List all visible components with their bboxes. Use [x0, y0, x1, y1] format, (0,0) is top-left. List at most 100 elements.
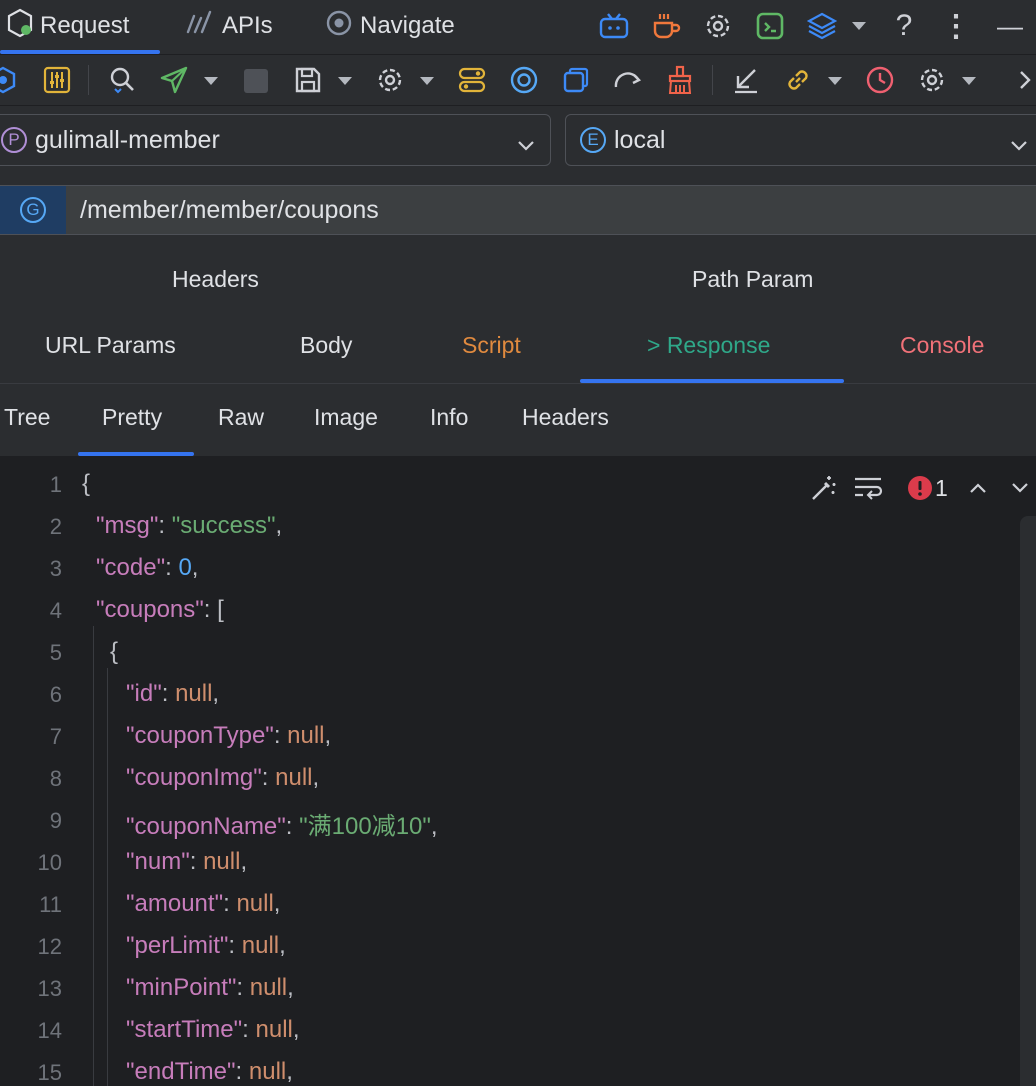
tab-request[interactable]: Request: [6, 0, 129, 52]
layers-dropdown-icon[interactable]: [852, 22, 866, 30]
json-key: "couponImg": [126, 764, 262, 791]
code-line: "endTime": null,: [126, 1058, 293, 1085]
link-icon[interactable]: [782, 64, 814, 96]
json-key: "endTime": [126, 1058, 236, 1085]
equalizer-icon[interactable]: [42, 65, 72, 95]
line-number: 3: [49, 556, 62, 581]
tabs-divider: [0, 383, 1036, 384]
code-line: "id": null,: [126, 680, 220, 707]
soft-wrap-icon[interactable]: [852, 472, 884, 504]
link-dropdown-icon[interactable]: [828, 77, 842, 85]
json-value: null: [175, 680, 213, 707]
subtab-tree[interactable]: Tree: [4, 404, 50, 431]
line-number: 7: [49, 724, 62, 749]
line-number: 14: [37, 1018, 62, 1043]
chevron-right-icon[interactable]: [1014, 64, 1036, 96]
json-value: null: [241, 932, 280, 959]
chevron-down-icon: [516, 131, 536, 160]
project-select[interactable]: P gulimall-member: [0, 114, 551, 166]
json-punctuation: ,: [287, 974, 294, 1001]
json-value: [: [217, 596, 224, 623]
send-icon[interactable]: [158, 64, 190, 96]
json-value: {: [110, 638, 119, 665]
layers-icon[interactable]: [806, 10, 838, 42]
tab-apis-label: APIs: [222, 12, 273, 39]
line-number: 4: [49, 598, 62, 623]
json-value: "满100减10": [299, 813, 431, 840]
tab-body[interactable]: Body: [300, 332, 352, 359]
tab-console[interactable]: Console: [900, 332, 984, 359]
preferences-gear-icon[interactable]: [916, 64, 948, 96]
code-line: "coupons": [: [96, 596, 224, 623]
tv-icon[interactable]: [598, 10, 630, 42]
top-navigation-bar: Request APIs Navigate ? ⋮ —: [0, 0, 1036, 55]
url-input[interactable]: /member/member/coupons: [80, 186, 379, 234]
minimize-icon[interactable]: —: [992, 6, 1028, 46]
indent-guide: [93, 626, 94, 1086]
json-key: "num": [126, 848, 190, 875]
save-dropdown-icon[interactable]: [338, 77, 352, 85]
hexagon-icon[interactable]: [0, 65, 18, 95]
tab-navigate[interactable]: Navigate: [324, 0, 455, 52]
settings-icon[interactable]: [702, 10, 734, 42]
json-punctuation: ,: [324, 722, 332, 749]
send-dropdown-icon[interactable]: [204, 77, 218, 85]
vertical-scrollbar[interactable]: [1020, 516, 1036, 1086]
indent-guide: [107, 668, 108, 1086]
toolbar-separator: [712, 65, 713, 95]
copy-icon[interactable]: [560, 64, 592, 96]
subtab-headers[interactable]: Headers: [522, 404, 609, 431]
navigate-icon: [324, 8, 360, 45]
subtab-image[interactable]: Image: [314, 404, 378, 431]
subtab-raw[interactable]: Raw: [218, 404, 264, 431]
record-icon[interactable]: [508, 64, 540, 96]
active-tab-indicator: [0, 50, 160, 54]
redo-icon[interactable]: [612, 64, 644, 96]
code-line: "startTime": null,: [126, 1016, 300, 1043]
json-punctuation: ,: [312, 764, 320, 791]
more-icon[interactable]: ⋮: [940, 6, 972, 46]
stop-icon[interactable]: [242, 67, 270, 95]
json-punctuation: ,: [279, 932, 286, 959]
code-line: "couponName": "满100减10",: [126, 813, 438, 840]
save-icon[interactable]: [292, 64, 324, 96]
next-problem-icon[interactable]: [1006, 474, 1034, 502]
line-number: 5: [49, 640, 62, 665]
json-value: "success": [171, 512, 276, 539]
tab-script[interactable]: Script: [462, 332, 521, 359]
search-api-icon[interactable]: [106, 64, 138, 96]
gear-dropdown-icon[interactable]: [420, 77, 434, 85]
tab-response[interactable]: > Response: [647, 332, 770, 359]
line-number: 2: [49, 514, 62, 539]
response-editor[interactable]: 1 2 3 4 5 6 7 8 9 10 11 12 13 14 15 {"msg": "success",…: [0, 458, 1036, 1086]
problem-count: 1: [935, 475, 948, 501]
json-punctuation: ,: [212, 680, 220, 707]
coffee-icon[interactable]: [650, 10, 682, 42]
clear-broom-icon[interactable]: [664, 64, 696, 96]
json-key: "couponType": [126, 722, 274, 749]
history-clock-icon[interactable]: [864, 64, 896, 96]
help-icon[interactable]: ?: [888, 6, 920, 46]
subtab-pretty[interactable]: Pretty: [102, 404, 162, 431]
environment-select[interactable]: E local: [565, 114, 1036, 166]
tab-url-params[interactable]: URL Params: [45, 332, 176, 359]
plugin-icon[interactable]: [754, 10, 786, 42]
tab-navigate-label: Navigate: [360, 12, 455, 39]
import-icon[interactable]: [730, 64, 762, 96]
tab-path-param[interactable]: Path Param: [692, 266, 813, 293]
subtab-info[interactable]: Info: [430, 404, 468, 431]
preferences-dropdown-icon[interactable]: [962, 77, 976, 85]
gear-icon[interactable]: [374, 64, 406, 96]
http-method-selector[interactable]: G: [0, 186, 66, 234]
magic-wand-icon[interactable]: [808, 472, 840, 504]
tab-headers[interactable]: Headers: [172, 266, 259, 293]
line-number: 13: [37, 976, 62, 1001]
toggle-icon[interactable]: [456, 64, 488, 96]
error-icon[interactable]: [906, 474, 934, 502]
tab-apis[interactable]: APIs: [186, 0, 273, 52]
code-line: "minPoint": null,: [126, 974, 294, 1001]
previous-problem-icon[interactable]: [964, 474, 992, 502]
json-punctuation: ,: [286, 1058, 293, 1085]
code-line: "amount": null,: [126, 890, 281, 917]
json-punctuation: ,: [292, 1016, 300, 1043]
